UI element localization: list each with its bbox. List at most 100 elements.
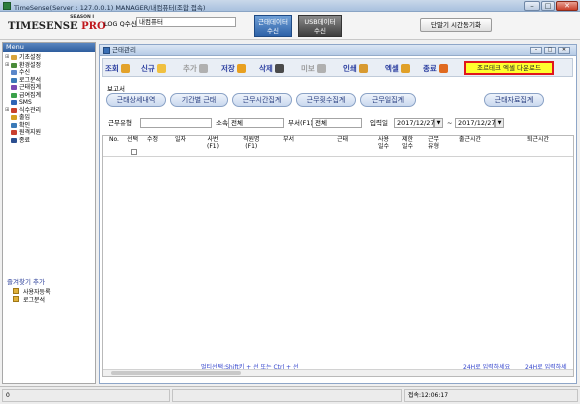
new-icon bbox=[156, 63, 166, 73]
menu-tree: ⊞ 기초설정 ⊞ 환경설정 수신 로그분석 근태집계 급여집계 SMS ⊞ 식수관리 출입 확인 원격지원… bbox=[5, 54, 95, 144]
column-header[interactable]: 직원명 (F1) bbox=[243, 136, 260, 150]
menu-item-label: 근태집계 bbox=[19, 84, 42, 91]
user-register-icon bbox=[13, 288, 19, 294]
check-icon bbox=[11, 122, 17, 128]
report-data-button[interactable]: 근태자료집계 bbox=[484, 93, 544, 107]
toolbar-button[interactable]: 조회 bbox=[105, 62, 130, 74]
menu-item[interactable]: 원격지원 bbox=[5, 129, 95, 137]
column-header[interactable]: 부서 bbox=[283, 136, 294, 144]
menu-item[interactable]: 종료 bbox=[5, 137, 95, 145]
menu-item-label: 환경설정 bbox=[19, 61, 42, 69]
report-detail-button[interactable]: 근태상세내역 bbox=[106, 93, 166, 107]
column-header[interactable]: No. bbox=[109, 136, 119, 144]
attendance-window: 근태관리 – □ ✕ 조르테크 엑셀 다운로드 조회 신규 추가 저장 삭제 미보 인쇄 엑셀… bbox=[99, 44, 577, 384]
column-header[interactable]: 사용 일수 bbox=[378, 136, 389, 150]
sub-dept-label: 부서(F1) bbox=[288, 119, 313, 127]
sync-time-button[interactable]: 단말기 시간동기화 bbox=[420, 18, 492, 32]
date-from-input[interactable]: 2017/12/27 bbox=[394, 118, 434, 128]
date-to-input[interactable]: 2017/12/27 bbox=[455, 118, 495, 128]
meal-management-icon bbox=[11, 107, 17, 113]
column-header[interactable]: 수정 bbox=[147, 136, 158, 144]
favorites-header[interactable]: 즐겨찾기 추가 bbox=[7, 276, 45, 286]
menu-item[interactable]: 출입 bbox=[5, 114, 95, 122]
sub-dept-input[interactable]: 전체 bbox=[312, 118, 362, 128]
window-title: TimeSense(Server : 127.0.0.1) MANAGER/내컴… bbox=[14, 4, 206, 12]
menu-item[interactable]: 수신 bbox=[5, 69, 95, 77]
select-all-checkbox[interactable] bbox=[131, 149, 137, 155]
work-type-input[interactable] bbox=[140, 118, 212, 128]
exit-icon bbox=[11, 137, 17, 143]
sub-close-button[interactable]: ✕ bbox=[558, 47, 570, 54]
toolbar-button[interactable]: 삭제 bbox=[259, 62, 284, 74]
logo-brand: TIMESENSE bbox=[8, 21, 78, 32]
menu-item-label: 종료 bbox=[19, 136, 31, 144]
menu-item[interactable]: ⊞ 환경설정 bbox=[5, 62, 95, 70]
menu-item[interactable]: 확인 bbox=[5, 122, 95, 130]
report-count-button[interactable]: 근무횟수집계 bbox=[296, 93, 356, 107]
column-header[interactable]: 사번 (F1) bbox=[207, 136, 219, 150]
date-from-dropdown[interactable]: ▼ bbox=[434, 118, 443, 128]
work-type-label: 근무유형 bbox=[108, 119, 132, 127]
menu-item-label: 확인 bbox=[19, 121, 31, 129]
logq-value[interactable]: 내컴퓨터 bbox=[136, 17, 236, 27]
menu-item-label: 급여집계 bbox=[19, 91, 42, 99]
column-header[interactable]: 제한 일수 bbox=[402, 136, 413, 150]
column-header[interactable]: 일자 bbox=[175, 136, 186, 144]
report-days-button[interactable]: 근무일집계 bbox=[360, 93, 416, 107]
menu-item-label: 기초설정 bbox=[19, 54, 42, 61]
title-bar: TimeSense(Server : 127.0.0.1) MANAGER/내컴… bbox=[0, 0, 580, 12]
settings-folder-icon bbox=[11, 62, 17, 68]
menu-item[interactable]: SMS bbox=[5, 99, 95, 107]
menu-item[interactable]: ⊞ 기초설정 bbox=[5, 54, 95, 62]
logo-pro: PRO bbox=[81, 21, 106, 32]
menu-item[interactable]: 근태집계 bbox=[5, 84, 95, 92]
usb-receive-button[interactable]: USB데이터 수신 bbox=[298, 15, 342, 37]
print-icon bbox=[358, 63, 368, 73]
toolbar-button[interactable]: 저장 bbox=[221, 62, 246, 74]
payroll-summary-icon bbox=[11, 92, 17, 98]
report-period-button[interactable]: 기간별 근태 bbox=[170, 93, 228, 107]
status-left: 0 bbox=[2, 389, 170, 402]
minimize-button[interactable]: – bbox=[524, 1, 540, 11]
horizontal-scrollbar[interactable] bbox=[103, 369, 573, 376]
date-to-dropdown[interactable]: ▼ bbox=[495, 118, 504, 128]
add-icon bbox=[198, 63, 208, 73]
toolbar-button[interactable]: 미보 bbox=[301, 62, 326, 74]
preview-icon bbox=[316, 63, 326, 73]
column-header[interactable]: 선택 bbox=[127, 136, 138, 144]
toolbar-button[interactable]: 추가 bbox=[183, 62, 208, 74]
report-hours-button[interactable]: 근무시간집계 bbox=[232, 93, 292, 107]
column-header[interactable]: 출근시간 bbox=[459, 136, 481, 144]
sub-maximize-button[interactable]: □ bbox=[544, 47, 556, 54]
favorites-list: 사용자등록 로그분석 bbox=[13, 287, 51, 304]
sub-minimize-button[interactable]: – bbox=[530, 47, 542, 54]
app-icon bbox=[3, 2, 11, 10]
column-header[interactable]: 근무 유형 bbox=[428, 136, 439, 150]
favorite-item[interactable]: 로그분석 bbox=[13, 295, 51, 304]
dept-input[interactable]: 전체 bbox=[228, 118, 284, 128]
logo-season: SEASON I bbox=[70, 15, 94, 20]
left-panel: Menu ⊞ 기초설정 ⊞ 환경설정 수신 로그분석 근태집계 급여집계 SMS ⊞ 식수관리 출입 확… bbox=[2, 42, 96, 384]
toolbar-button[interactable]: 신규 bbox=[141, 62, 166, 74]
status-bar: 0 접속:12:06:17 bbox=[0, 386, 580, 404]
scrollbar-thumb[interactable] bbox=[111, 371, 241, 375]
maximize-button[interactable]: □ bbox=[541, 1, 555, 11]
toolbar-button[interactable]: 엑셀 bbox=[385, 62, 410, 74]
folder-icon bbox=[11, 55, 17, 61]
menu-item-label: 식수관리 bbox=[19, 106, 42, 114]
attendance-receive-button[interactable]: 근태데이터 수신 bbox=[254, 15, 292, 37]
close-button[interactable]: ✕ bbox=[556, 1, 578, 11]
excel-download-button[interactable]: 조르테크 엑셀 다운로드 bbox=[464, 61, 554, 75]
toolbar-button[interactable]: 종료 bbox=[423, 62, 448, 74]
column-header[interactable]: 근태 bbox=[337, 136, 348, 144]
menu-item[interactable]: 급여집계 bbox=[5, 92, 95, 100]
attendance-summary-icon bbox=[11, 85, 17, 91]
menu-item[interactable]: ⊞ 식수관리 bbox=[5, 107, 95, 115]
column-header[interactable]: 퇴근시간 bbox=[527, 136, 549, 144]
logo: SEASON I TIMESENSE PRO bbox=[6, 15, 106, 37]
toolbar-button[interactable]: 인쇄 bbox=[343, 62, 368, 74]
menu-header: Menu bbox=[3, 43, 95, 52]
menu-item[interactable]: 로그분석 bbox=[5, 77, 95, 85]
menu-item-label: SMS bbox=[19, 99, 32, 106]
status-time: 접속:12:06:17 bbox=[404, 389, 578, 402]
